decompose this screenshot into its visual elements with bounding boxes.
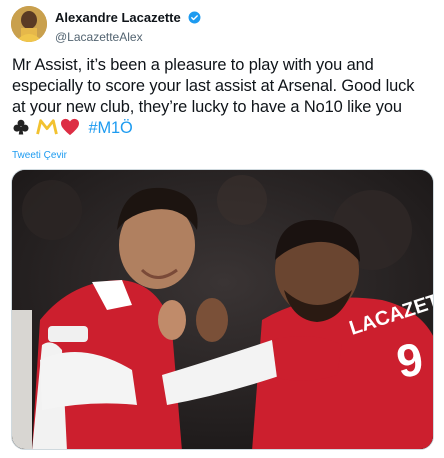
club-suit-icon [12, 118, 34, 136]
tweet-header: Alexandre Lacazette @LacazetteAlex [11, 6, 433, 46]
verified-badge-icon [188, 11, 201, 24]
red-heart-icon [60, 118, 82, 136]
tweet-text: Mr Assist, it’s been a pleasure to play … [12, 55, 432, 139]
tweet-line-2: especially to score your last assist at … [12, 77, 415, 95]
translate-tweet-link[interactable]: Tweeti Çevir [12, 150, 67, 161]
tweet-photo[interactable]: LACAZET 9 [11, 169, 434, 450]
author-handle[interactable]: @LacazetteAlex [55, 30, 201, 44]
m-logo-icon [36, 118, 58, 136]
author-display-name[interactable]: Alexandre Lacazette [55, 10, 181, 25]
tweet-line-1: Mr Assist, it’s been a pleasure to play … [12, 56, 374, 74]
author-avatar[interactable] [11, 6, 47, 42]
tweet-line-3: at your new club, they’re lucky to have … [12, 98, 402, 116]
hashtag-link[interactable]: #M1Ö [88, 119, 132, 137]
